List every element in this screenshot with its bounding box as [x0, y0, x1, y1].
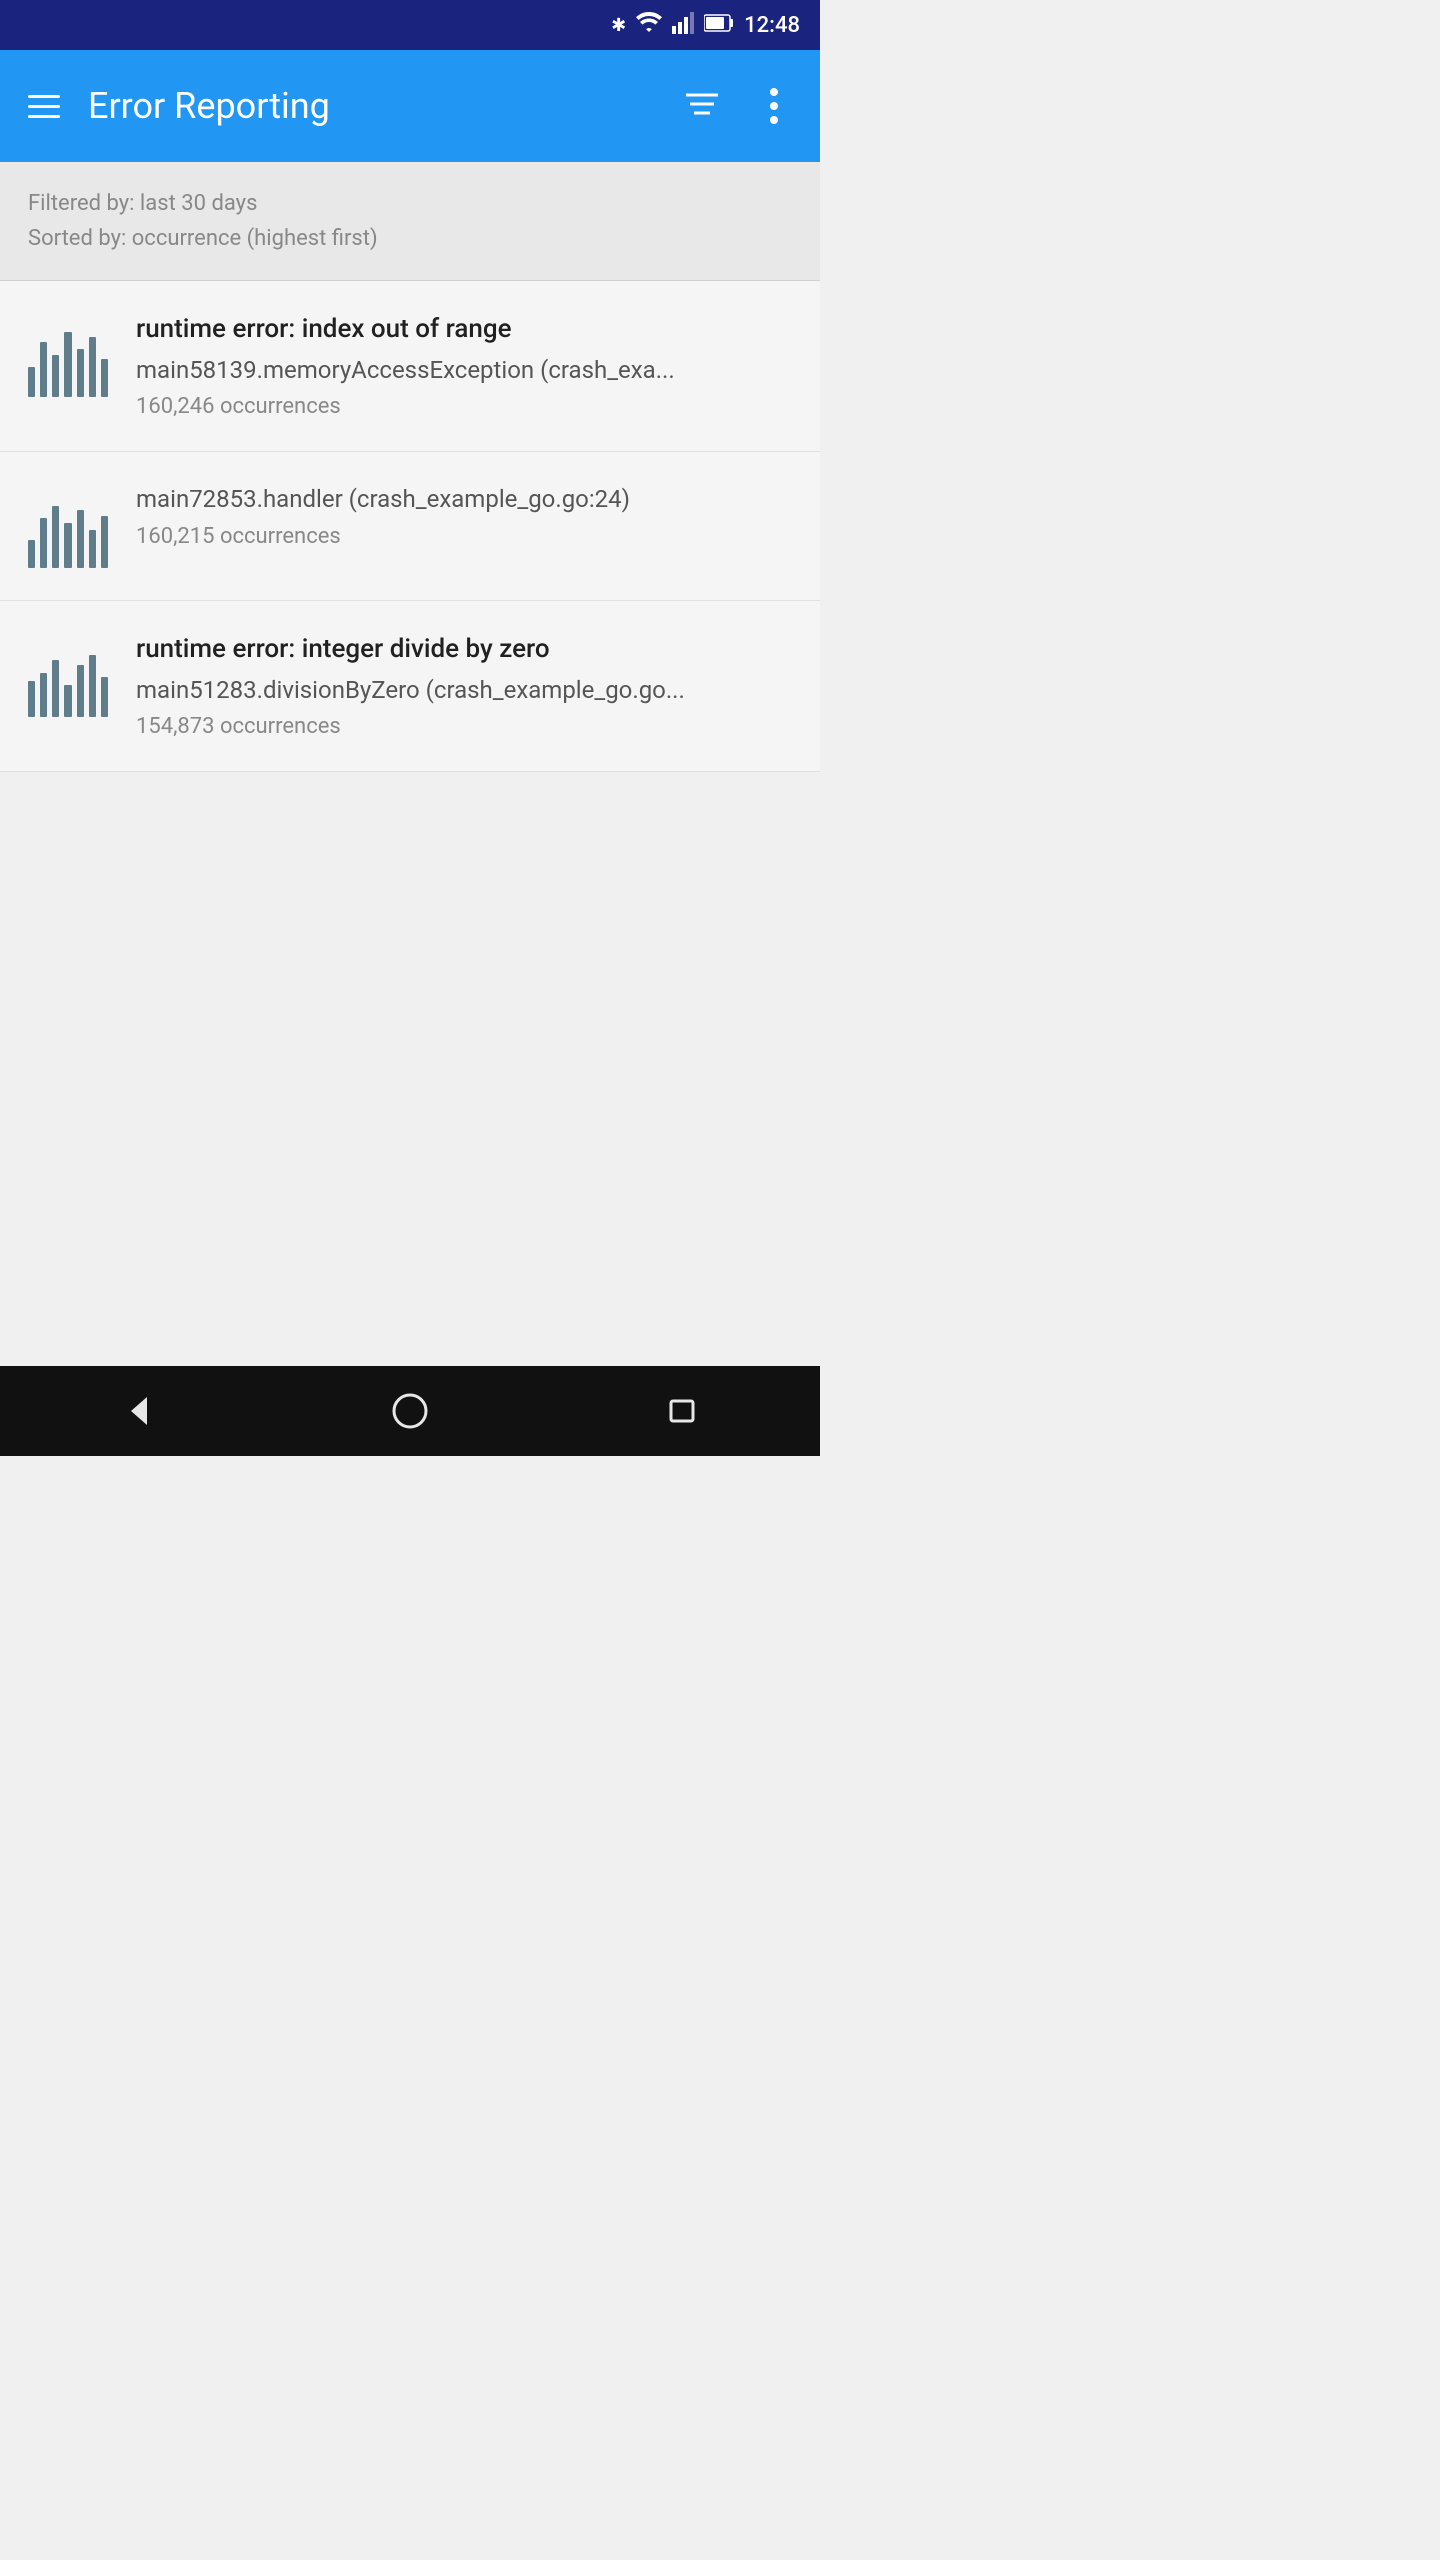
error-content-3: runtime error: integer divide by zero ma…	[136, 633, 792, 739]
chart-bar	[89, 655, 96, 717]
chart-bar	[77, 510, 84, 568]
list-item[interactable]: runtime error: index out of range main58…	[0, 281, 820, 452]
chart-bar	[101, 359, 108, 397]
error-count: 160,215 occurrences	[136, 524, 792, 549]
home-button[interactable]	[370, 1371, 450, 1451]
occurrences-chart-1	[28, 317, 108, 397]
page-title: Error Reporting	[88, 85, 656, 127]
chart-bar	[64, 523, 71, 568]
back-button[interactable]	[97, 1371, 177, 1451]
filter-icon	[684, 91, 720, 121]
filter-button[interactable]	[676, 80, 728, 132]
app-bar: Error Reporting	[0, 50, 820, 162]
error-subtitle: main72853.handler (crash_example_go.go:2…	[136, 484, 792, 515]
battery-icon	[704, 13, 734, 38]
filter-line2: Sorted by: occurrence (highest first)	[28, 221, 792, 256]
chart-bar	[40, 518, 47, 568]
list-item[interactable]: runtime error: integer divide by zero ma…	[0, 601, 820, 772]
signal-icon	[672, 12, 694, 39]
chart-bar	[89, 337, 96, 397]
error-content-2: main72853.handler (crash_example_go.go:2…	[136, 484, 792, 548]
recents-icon	[665, 1393, 701, 1429]
status-icons: ✱ 12:48	[611, 12, 800, 39]
chart-bar	[28, 540, 35, 568]
chart-bar	[77, 349, 84, 397]
more-icon	[769, 88, 779, 124]
recents-button[interactable]	[643, 1371, 723, 1451]
home-icon	[392, 1393, 428, 1429]
error-subtitle: main51283.divisionByZero (crash_example_…	[136, 675, 792, 706]
chart-bar	[77, 665, 84, 717]
hamburger-line-2	[28, 105, 60, 108]
chart-bar	[101, 516, 108, 568]
error-list: runtime error: index out of range main58…	[0, 281, 820, 772]
back-icon	[119, 1393, 155, 1429]
filter-line1: Filtered by: last 30 days	[28, 186, 792, 221]
bluetooth-icon: ✱	[611, 15, 626, 36]
chart-bar	[52, 506, 59, 568]
chart-bar	[40, 342, 47, 397]
occurrences-chart-2	[28, 488, 108, 568]
chart-bar	[52, 660, 59, 717]
hamburger-line-1	[28, 95, 60, 98]
error-subtitle: main58139.memoryAccessException (crash_e…	[136, 355, 792, 386]
chart-bar	[101, 677, 108, 717]
chart-bar	[40, 673, 47, 717]
hamburger-menu-button[interactable]	[20, 82, 68, 130]
list-item[interactable]: main72853.handler (crash_example_go.go:2…	[0, 452, 820, 601]
wifi-icon	[636, 12, 662, 39]
error-title: runtime error: index out of range	[136, 313, 792, 347]
error-content-1: runtime error: index out of range main58…	[136, 313, 792, 419]
more-options-button[interactable]	[748, 80, 800, 132]
chart-bar	[64, 685, 71, 717]
filter-info-bar: Filtered by: last 30 days Sorted by: occ…	[0, 162, 820, 281]
chart-bar	[28, 681, 35, 717]
chart-bar	[28, 367, 35, 397]
occurrences-chart-3	[28, 637, 108, 717]
error-count: 160,246 occurrences	[136, 394, 792, 419]
error-count: 154,873 occurrences	[136, 714, 792, 739]
error-title: runtime error: integer divide by zero	[136, 633, 792, 667]
chart-bar	[64, 332, 71, 397]
status-bar: ✱ 12:48	[0, 0, 820, 50]
bottom-navigation	[0, 1366, 820, 1456]
chart-bar	[52, 355, 59, 397]
chart-bar	[89, 530, 96, 568]
hamburger-line-3	[28, 115, 60, 118]
status-time: 12:48	[744, 13, 800, 38]
